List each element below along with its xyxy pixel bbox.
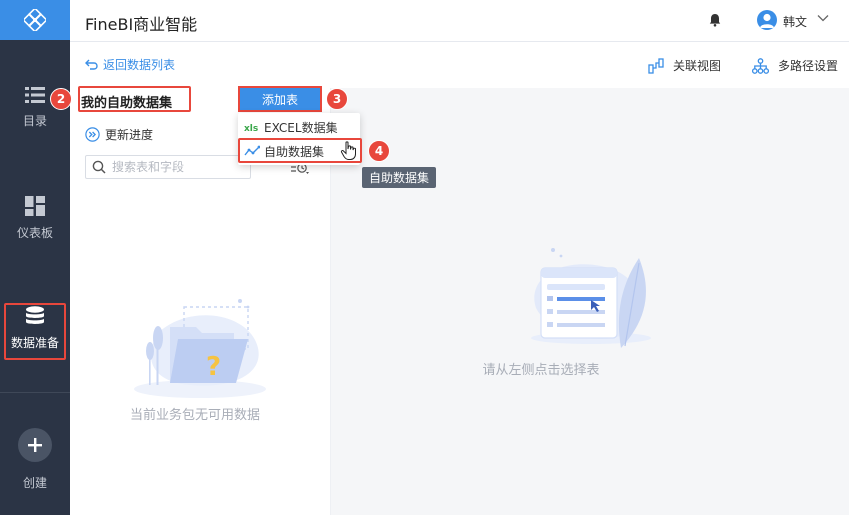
nav-divider: [0, 392, 70, 393]
menu-tooltip: 自助数据集: [362, 167, 437, 188]
xls-icon: xls: [244, 124, 258, 133]
update-progress-label: 更新进度: [105, 128, 154, 142]
empty-table-illustration: [531, 248, 651, 348]
nav-label: 仪表板: [16, 226, 53, 240]
nav-label: 创建: [22, 476, 47, 490]
fine-logo-icon: [24, 9, 46, 31]
nav-label: 目录: [22, 114, 47, 128]
back-to-list-link[interactable]: 返回数据列表: [85, 56, 175, 73]
hand-cursor-icon: [340, 141, 356, 160]
step-badge-3: 3: [326, 88, 348, 110]
menu-item-excel-dataset[interactable]: xls EXCEL数据集: [238, 115, 360, 139]
app-title: FineBI商业智能: [85, 15, 198, 34]
preview-area: 请从左侧点击选择表: [331, 88, 849, 515]
nav-item-create[interactable]: 创建: [0, 428, 70, 491]
dashboard-icon: [25, 196, 45, 216]
back-arrow-icon: [85, 59, 98, 70]
multi-path-button[interactable]: 多路径设置: [752, 57, 838, 74]
progress-icon: [85, 127, 100, 142]
empty-left-text: 当前业务包无可用数据: [129, 408, 260, 423]
list-icon: [25, 87, 45, 103]
empty-folder-illustration: ?: [134, 299, 266, 398]
svg-text:?: ?: [206, 352, 221, 382]
search-input[interactable]: [112, 160, 242, 174]
highlight-box-title: [78, 86, 191, 112]
relation-view-label: 关联视图: [673, 59, 722, 73]
top-header: FineBI商业智能 韩文: [70, 0, 849, 42]
bell-icon[interactable]: [708, 13, 722, 27]
highlight-box-nav: [4, 303, 66, 360]
multi-path-icon: [752, 57, 769, 74]
relation-view-icon: [648, 57, 664, 74]
user-name[interactable]: 韩文: [783, 13, 807, 30]
left-nav: 目录 仪表板 数据准备 1 创建: [0, 0, 92, 515]
plus-icon: [28, 438, 42, 452]
avatar[interactable]: [757, 10, 777, 30]
multi-path-label: 多路径设置: [778, 59, 839, 73]
svg-text:xls: xls: [244, 124, 258, 133]
empty-right-text: 请从左侧点击选择表: [482, 363, 600, 378]
back-link-label: 返回数据列表: [103, 58, 176, 72]
step-badge-2: 2: [50, 88, 72, 110]
update-progress-button[interactable]: 更新进度: [85, 126, 153, 143]
add-table-button[interactable]: 添加表: [238, 86, 322, 112]
menu-item-label: EXCEL数据集: [264, 120, 338, 135]
relation-view-button[interactable]: 关联视图: [648, 57, 721, 74]
step-badge-4: 4: [368, 140, 390, 162]
nav-item-dashboard[interactable]: 仪表板: [0, 196, 70, 241]
sub-toolbar: 返回数据列表 关联视图 多路径设置: [70, 42, 849, 88]
search-box[interactable]: [85, 155, 251, 179]
user-icon: [760, 13, 774, 28]
create-button[interactable]: [18, 428, 52, 462]
search-icon: [92, 160, 106, 174]
chevron-down-icon[interactable]: [817, 14, 829, 22]
app-logo[interactable]: [0, 0, 70, 40]
